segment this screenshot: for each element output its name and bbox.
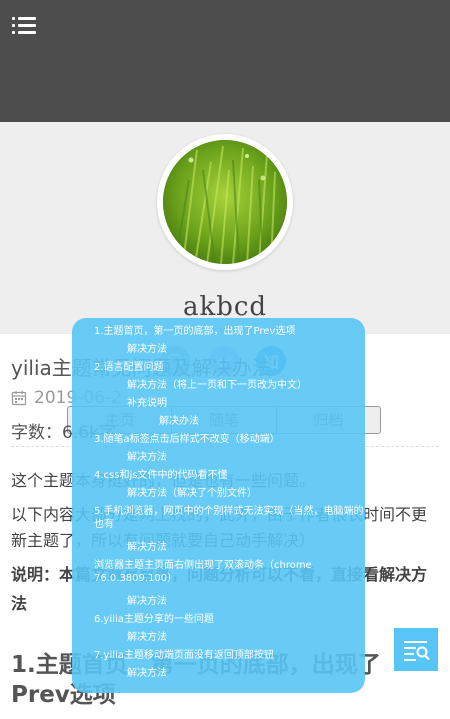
toc-item[interactable]: 解决方法（将上一页和下一页改为中文） xyxy=(127,379,307,392)
toc-item[interactable]: 补充说明 xyxy=(127,397,167,410)
toc-item[interactable]: 解决方法 xyxy=(127,631,167,644)
avatar[interactable] xyxy=(157,134,293,270)
toc-item[interactable]: 4.css和js文件中的代码看不懂 xyxy=(94,469,227,482)
toc-item[interactable]: 解决方法 xyxy=(127,541,167,554)
toc-panel: 1.主题首页，第一页的底部，出现了Prev选项 解决方法 2.语言配置问题 解决… xyxy=(72,318,365,693)
toc-item[interactable]: 1.主题首页，第一页的底部，出现了Prev选项 xyxy=(94,325,295,338)
toc-item[interactable]: 解决办法 xyxy=(159,415,199,428)
toc-item[interactable]: 解决方法 xyxy=(127,451,167,464)
toc-item[interactable]: 解决方法 xyxy=(127,343,167,356)
toc-item[interactable]: 解决方法 xyxy=(127,667,167,680)
hamburger-menu-icon[interactable] xyxy=(12,17,36,35)
toc-item[interactable]: 解决方法 xyxy=(127,595,167,608)
toc-item[interactable]: 浏览器主题主页面右侧出现了双滚动条（chrome 76.0.3809.100） xyxy=(94,559,364,585)
toc-toggle-button[interactable] xyxy=(394,628,438,671)
toc-list-icon xyxy=(404,641,430,661)
toc-item[interactable]: 5.手机浏览器，网页中的个别样式无法实现（当然，电脑端的也有 xyxy=(94,505,364,531)
toc-item[interactable]: 3.随笔a标签点击后样式不改变（移动端） xyxy=(94,433,280,446)
toc-item[interactable]: 6.yilia主题分享的一些问题 xyxy=(94,613,214,626)
top-header xyxy=(0,0,450,122)
toc-item[interactable]: 7.yilia主题移动端页面没有返回顶部按钮 xyxy=(94,649,274,662)
profile-section: akbcd 知 主页 随笔 归档 xyxy=(0,122,450,434)
calendar-icon xyxy=(11,391,27,406)
toc-item[interactable]: 解决方法（解决了个别文件） xyxy=(127,487,257,500)
toc-item[interactable]: 2.语言配置问题 xyxy=(94,361,164,374)
